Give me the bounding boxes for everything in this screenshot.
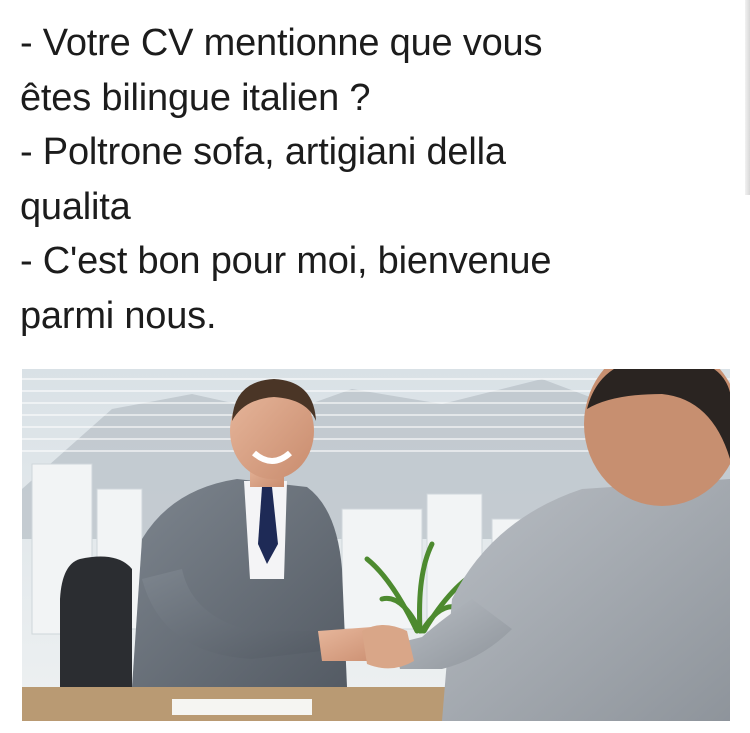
caption-line-6: parmi nous. [20,294,217,337]
desk-papers [172,699,312,715]
handshake-illustration [22,369,730,721]
scrollbar-hint [745,0,750,195]
caption-line-3: - Poltrone sofa, artigiani della [20,131,506,173]
office-chair [60,556,132,687]
handshake-photo [22,369,730,721]
caption-line-4: qualita [20,185,131,228]
caption-line-2: êtes bilingue italien ? [20,76,371,119]
caption-line-1: - Votre CV mentionne que vous [20,22,543,64]
meme-caption: - Votre CV mentionne que vous êtes bilin… [20,16,735,343]
right-man-hand [362,625,414,669]
caption-line-5: - C'est bon pour moi, bienvenue [20,240,552,282]
